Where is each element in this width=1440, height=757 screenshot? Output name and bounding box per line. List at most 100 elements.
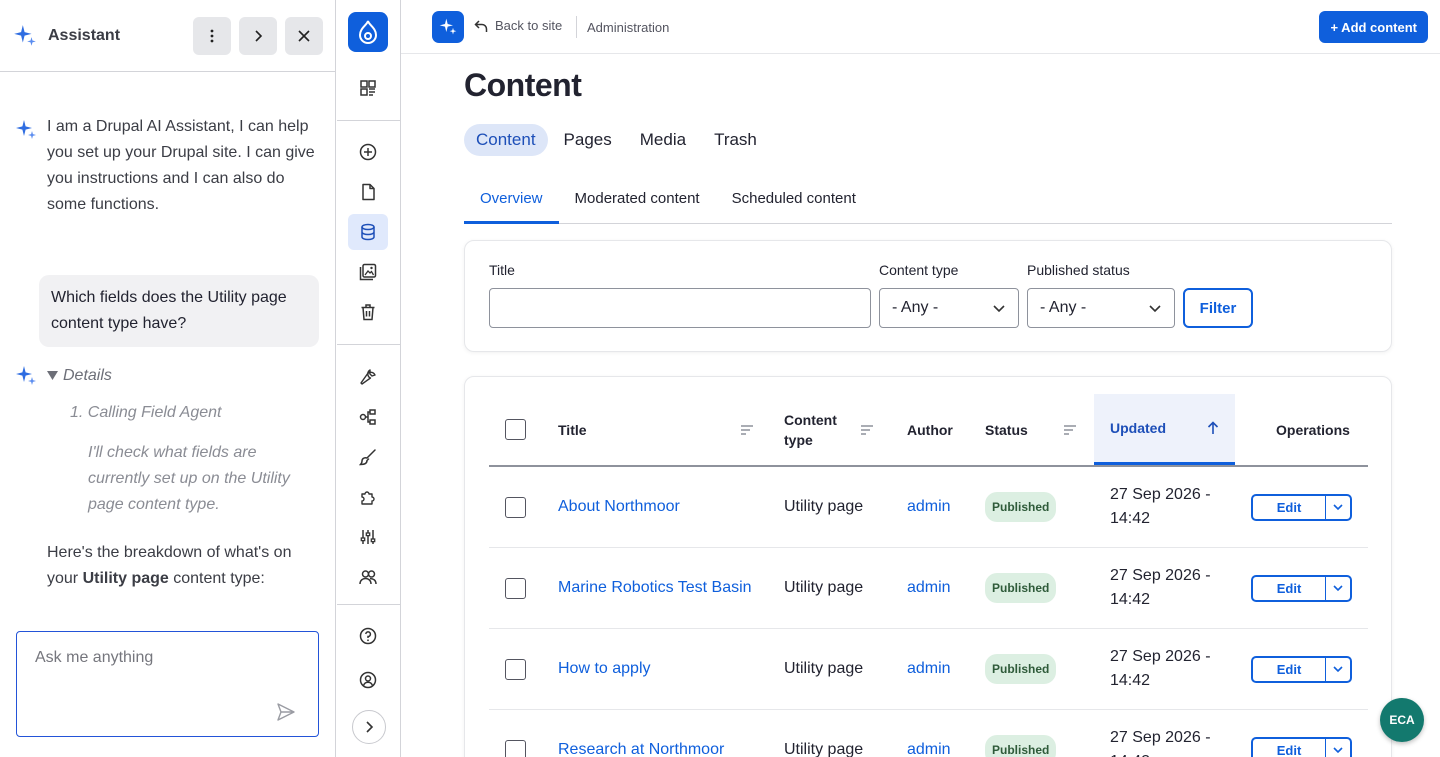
select-all-cell — [505, 394, 526, 465]
tab-pages[interactable]: Pages — [552, 124, 624, 156]
content-type-cell: Utility page — [784, 741, 864, 757]
operations-toggle-button[interactable] — [1326, 577, 1350, 600]
ask-input[interactable] — [17, 632, 318, 684]
details-toggle[interactable]: Details — [14, 364, 315, 388]
eca-floating-button[interactable]: ECA — [1380, 698, 1424, 742]
table-row: How to apply Utility page admin Publishe… — [489, 629, 1368, 710]
database-icon — [361, 223, 375, 241]
tab-content[interactable]: Content — [464, 124, 548, 156]
table-row: Research at Northmoor Utility page admin… — [489, 710, 1368, 757]
ask-box — [16, 631, 319, 737]
chevron-right-icon — [255, 29, 263, 42]
more-options-button[interactable] — [193, 16, 231, 55]
operations-cell: Edit — [1251, 629, 1352, 709]
row-checkbox[interactable] — [505, 739, 526, 757]
people-icon — [359, 570, 377, 585]
row-checkbox[interactable] — [505, 577, 526, 599]
add-content-button[interactable]: + Add content — [1319, 11, 1428, 43]
drupal-logo[interactable] — [348, 12, 388, 52]
rail-extend[interactable] — [348, 479, 388, 515]
column-title[interactable]: Title — [558, 394, 754, 465]
status-cell: Published — [985, 710, 1057, 757]
top-bar: Back to site Administration + Add conten… — [401, 0, 1440, 54]
author-link[interactable]: admin — [907, 738, 951, 757]
assistant-intro-text: I am a Drupal AI Assistant, I can help y… — [47, 118, 315, 213]
operations-toggle-button[interactable] — [1326, 496, 1350, 519]
assistant-panel: Assistant I am a Drupal AI Assistant, I … — [0, 0, 336, 757]
rail-add-content[interactable] — [348, 134, 388, 170]
title-filter-input[interactable] — [489, 288, 871, 328]
rail-structure[interactable] — [348, 399, 388, 435]
rail-content[interactable] — [348, 214, 388, 250]
sparkle-icon — [439, 18, 457, 35]
author-link[interactable]: admin — [907, 495, 951, 519]
status-badge: Published — [985, 654, 1057, 684]
author-link[interactable]: admin — [907, 657, 951, 681]
collapse-panel-button[interactable] — [239, 16, 277, 55]
column-updated-label: Updated — [1110, 420, 1166, 436]
send-icon — [277, 703, 295, 721]
operations-toggle-button[interactable] — [1326, 658, 1350, 681]
edit-button[interactable]: Edit — [1253, 657, 1326, 681]
published-status-value: - Any - — [1040, 299, 1087, 316]
send-button[interactable] — [276, 702, 296, 722]
author-link[interactable]: admin — [907, 576, 951, 600]
published-status-select[interactable]: - Any - — [1027, 288, 1175, 328]
content-title-link[interactable]: About Northmoor — [558, 495, 680, 519]
column-updated[interactable]: Updated — [1094, 394, 1235, 465]
add-icon — [359, 143, 377, 161]
operations-toggle-button[interactable] — [1326, 739, 1350, 757]
close-panel-button[interactable] — [285, 16, 323, 55]
rail-configuration[interactable] — [348, 519, 388, 555]
tab-overview[interactable]: Overview — [464, 182, 559, 224]
rail-tools[interactable] — [348, 359, 388, 395]
row-checkbox[interactable] — [505, 496, 526, 518]
rail-trash[interactable] — [348, 294, 388, 330]
rail-user[interactable] — [348, 662, 388, 698]
rail-dashboard[interactable] — [348, 70, 388, 106]
rail-pages[interactable] — [348, 174, 388, 210]
row-checkbox[interactable] — [505, 658, 526, 680]
filter-button[interactable]: Filter — [1183, 288, 1253, 328]
back-arrow-icon — [474, 19, 488, 32]
tab-media[interactable]: Media — [628, 124, 698, 156]
expand-toolbar-button[interactable] — [352, 710, 386, 744]
tab-trash[interactable]: Trash — [702, 124, 769, 156]
chevron-right-icon — [366, 721, 374, 733]
content-title-link[interactable]: Marine Robotics Test Basin — [558, 576, 752, 600]
assistant-conversation[interactable]: I am a Drupal AI Assistant, I can help y… — [0, 72, 335, 605]
content-title-link[interactable]: Research at Northmoor — [558, 738, 724, 757]
tab-moderated-content[interactable]: Moderated content — [559, 182, 716, 224]
dashboard-icon — [360, 80, 376, 96]
sort-icon — [861, 424, 873, 435]
back-to-site-label: Back to site — [495, 18, 563, 33]
ai-assistant-toggle[interactable] — [432, 11, 464, 43]
user-message: Which fields does the Utility page conte… — [39, 275, 319, 347]
chevron-down-icon — [1333, 747, 1343, 754]
brush-icon — [359, 449, 376, 466]
content-type-label: Content type — [879, 262, 959, 278]
select-all-checkbox[interactable] — [505, 419, 526, 440]
content-type-cell: Utility page — [784, 660, 864, 677]
column-status[interactable]: Status — [985, 394, 1077, 465]
primary-tabs: Content Pages Media Trash — [464, 124, 773, 156]
status-cell: Published — [985, 548, 1057, 628]
author-cell: admin — [907, 548, 951, 628]
operations-cell: Edit — [1251, 548, 1352, 628]
content-type-cell: Utility page — [784, 579, 864, 596]
rail-appearance[interactable] — [348, 439, 388, 475]
edit-button[interactable]: Edit — [1253, 738, 1326, 757]
title-cell: How to apply — [558, 629, 758, 709]
rail-help[interactable] — [348, 618, 388, 654]
rail-media[interactable] — [348, 254, 388, 290]
column-author-label: Author — [907, 421, 953, 438]
back-to-site-link[interactable]: Back to site — [474, 18, 562, 33]
rail-people[interactable] — [348, 559, 388, 595]
tab-scheduled-content[interactable]: Scheduled content — [716, 182, 872, 224]
breadcrumb-administration[interactable]: Administration — [587, 20, 669, 35]
column-content-type[interactable]: Content type — [784, 394, 874, 465]
edit-button[interactable]: Edit — [1253, 495, 1326, 519]
edit-button[interactable]: Edit — [1253, 576, 1326, 600]
content-type-select[interactable]: - Any - — [879, 288, 1019, 328]
content-title-link[interactable]: How to apply — [558, 657, 651, 681]
